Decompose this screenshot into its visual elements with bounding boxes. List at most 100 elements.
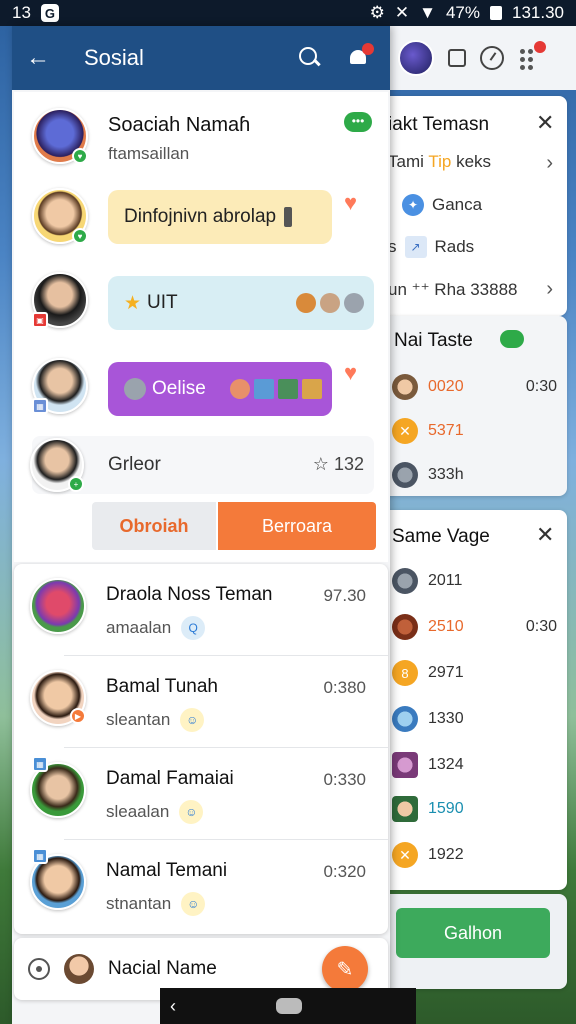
coin-icon: ✕ xyxy=(392,418,418,444)
side-row[interactable]: ✦ Ganca xyxy=(402,194,482,216)
contact-time: 97.30 xyxy=(323,586,366,605)
close-icon[interactable]: ✕ xyxy=(536,110,554,136)
search-badge-icon: Q xyxy=(181,616,206,640)
emoji-strip xyxy=(296,293,364,313)
star-icon: ★ xyxy=(124,292,142,314)
emoji-icon: ☺ xyxy=(180,708,205,732)
side-row[interactable]: s ↗ Rads xyxy=(388,236,474,258)
rating-count: ☆ 132 xyxy=(312,454,364,474)
rating-row[interactable]: + Grleor ☆ 132 xyxy=(30,436,374,494)
contact-time: 0:320 xyxy=(323,862,366,881)
chart-icon: ↗ xyxy=(404,236,427,258)
contact-name: Damal Famaiai xyxy=(106,768,234,789)
fox-avatar xyxy=(392,614,418,640)
chevron-right-icon[interactable]: › xyxy=(546,152,553,175)
contact-name: Namal Temani xyxy=(106,860,228,881)
avatar[interactable] xyxy=(64,954,94,984)
battery-icon xyxy=(490,6,502,20)
chevron-right-icon[interactable]: › xyxy=(546,278,553,301)
heart-icon[interactable]: ♥ xyxy=(344,360,357,386)
message-row[interactable]: ▦ Oelise ♥ xyxy=(14,352,388,438)
close-icon[interactable]: ✕ xyxy=(536,522,554,548)
menu-dots-icon[interactable] xyxy=(518,41,546,70)
score-row[interactable]: 0020 0:30 xyxy=(392,374,557,400)
feed-sheet: ♥ Soaciah Namaɦ ftamsaillan ••• ♥ Dinfoj… xyxy=(14,92,388,562)
avatar[interactable] xyxy=(398,40,434,76)
emoji-icon: ☺ xyxy=(181,892,206,916)
side-card-action: Galhon xyxy=(380,894,567,989)
square-icon[interactable] xyxy=(448,49,466,67)
heart-icon[interactable]: ♥ xyxy=(344,190,357,216)
list-item[interactable]: Draola Noss Teman amaalan Q 97.30 xyxy=(14,564,388,656)
score-row[interactable]: 2510 0:30 xyxy=(392,614,557,640)
compose-fab-button[interactable]: ✎ xyxy=(322,946,368,992)
score-row[interactable]: 1324 xyxy=(392,752,557,778)
score-row[interactable]: 1330 xyxy=(392,706,557,732)
avatar[interactable] xyxy=(30,578,86,634)
chat-icon xyxy=(500,330,524,348)
background-toolbar xyxy=(380,26,576,90)
avatar xyxy=(392,796,418,822)
message-row[interactable]: ♥ Dinfojnivn abrolap ♥ xyxy=(14,184,388,264)
wifi-icon: ▼ xyxy=(419,3,436,22)
nav-home-icon[interactable] xyxy=(276,998,302,1014)
status-bar: 13 G ⚙ ✕ ▼ 47% 131.30 xyxy=(0,0,576,26)
rating-name: Grleor xyxy=(108,454,161,475)
camera-badge-icon: ▣ xyxy=(32,312,48,328)
list-item[interactable]: ▶ Bamal Tunah sleantan ☺ 0:380 xyxy=(14,656,388,748)
side-card-scores: Nai Taste 0020 0:30 ✕ 5371 333h xyxy=(380,316,567,496)
profile-name: Soaciah Namaɦ xyxy=(108,114,251,136)
signal-battery-label: 47% xyxy=(445,3,480,22)
notification-bell-icon[interactable] xyxy=(346,43,374,71)
image-badge-icon: ▦ xyxy=(32,756,48,772)
contact-name: Bamal Tunah xyxy=(106,676,218,697)
score-row[interactable]: ✕ 5371 xyxy=(392,418,557,444)
speed-gauge-icon[interactable] xyxy=(480,46,504,70)
side-row[interactable]: Tami Tip keks xyxy=(388,152,491,172)
contact-time: 0:380 xyxy=(323,678,366,697)
search-icon[interactable] xyxy=(298,46,322,70)
chat-icon[interactable]: ••• xyxy=(344,112,372,132)
message-row[interactable]: ▣ ★ UIT xyxy=(14,266,388,350)
coin-icon: ✕ xyxy=(392,842,418,868)
contact-sub: sleaalan ☺ xyxy=(106,800,204,824)
contact-sub: amaalan Q xyxy=(106,616,206,640)
avatar xyxy=(392,752,418,778)
message-bubble[interactable]: Oelise xyxy=(108,362,332,416)
cat-avatar xyxy=(392,568,418,594)
score-row[interactable]: 1590 xyxy=(392,796,557,822)
contact-list: Draola Noss Teman amaalan Q 97.30 ▶ Bamal… xyxy=(14,564,388,934)
secondary-button[interactable]: Obroiah xyxy=(92,502,216,550)
emoji-icon: ☺ xyxy=(179,800,204,824)
side-card-friends: iakt Temasn ✕ Tami Tip keks › ✦ Ganca s … xyxy=(380,96,567,316)
target-icon[interactable] xyxy=(28,958,50,980)
contact-name: Nacial Name xyxy=(108,958,217,979)
page-title: Sosial xyxy=(84,45,144,70)
list-item[interactable]: ▦ Damal Famaiai sleaalan ☺ 0:330 xyxy=(14,748,388,840)
score-row[interactable]: 8 2971 xyxy=(392,660,557,686)
nav-back-icon[interactable]: ‹ xyxy=(170,996,176,1017)
score-row[interactable]: 333h xyxy=(392,462,557,488)
side-card-title: iakt Temasn xyxy=(388,114,490,135)
avatar xyxy=(392,706,418,732)
score-row[interactable]: ✕ 1922 xyxy=(392,842,557,868)
primary-button[interactable]: Berroara xyxy=(218,502,376,550)
galhon-button[interactable]: Galhon xyxy=(396,908,550,958)
list-item[interactable]: ▦ Namal Temani stnantan ☺ 0:320 xyxy=(14,840,388,932)
score-row[interactable]: 2011 xyxy=(392,568,557,594)
coin-icon: 8 xyxy=(392,660,418,686)
back-arrow-icon[interactable]: ← xyxy=(12,44,64,72)
online-badge-icon: ♥ xyxy=(72,148,88,164)
image-badge-icon: ▦ xyxy=(32,398,48,414)
star-outline-icon[interactable]: ☆ xyxy=(313,454,329,474)
mute-icon: ✕ xyxy=(394,3,410,22)
side-card-game: Same Vage ✕ 2011 2510 0:30 8 2971 1330 1… xyxy=(380,510,567,890)
avatar xyxy=(392,374,418,400)
profile-row[interactable]: ♥ Soaciah Namaɦ ftamsaillan ••• xyxy=(14,92,388,182)
message-bubble[interactable]: Dinfojnivn abrolap xyxy=(108,190,332,244)
online-badge-icon: + xyxy=(68,476,84,492)
side-row[interactable]: un ⁺⁺ Rha 33888 xyxy=(388,280,517,300)
status-time-left: 13 xyxy=(12,3,31,22)
message-bubble[interactable]: ★ UIT xyxy=(108,276,374,330)
action-buttons: Obroiah Berroara xyxy=(92,502,376,550)
